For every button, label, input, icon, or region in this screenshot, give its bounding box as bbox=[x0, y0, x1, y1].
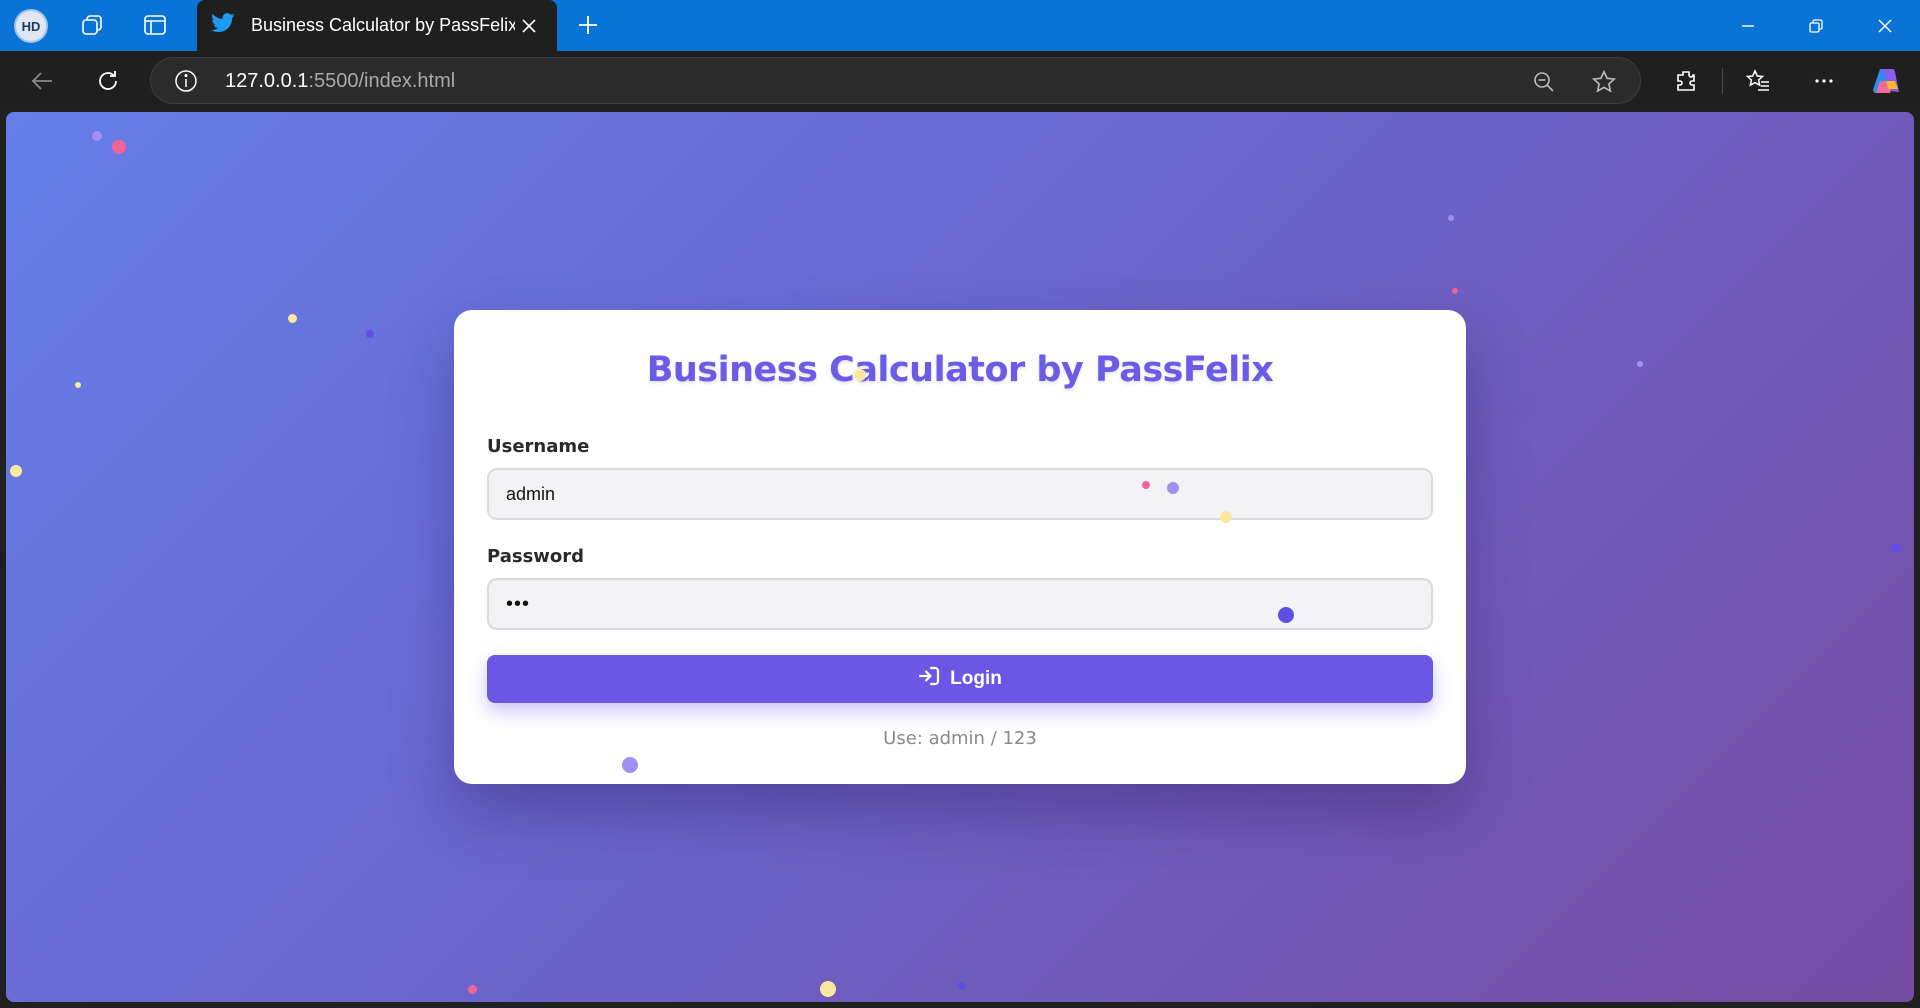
particle-dot bbox=[1142, 481, 1150, 489]
particle-dot bbox=[1452, 288, 1458, 294]
credentials-hint: Use: admin / 123 bbox=[883, 728, 1037, 749]
page-viewport: Business Calculator by PassFelix Usernam… bbox=[6, 112, 1914, 1002]
site-info-icon[interactable] bbox=[173, 68, 199, 94]
username-label: Username bbox=[487, 436, 590, 457]
particle-dot bbox=[854, 369, 866, 381]
particle-dot bbox=[468, 985, 477, 994]
particle-dot bbox=[820, 981, 836, 997]
particle-dot bbox=[1637, 361, 1643, 367]
page-title: Business Calculator by PassFelix bbox=[646, 350, 1274, 390]
username-input[interactable]: admin bbox=[487, 468, 1433, 520]
particle-dot bbox=[288, 314, 297, 323]
particle-dot bbox=[75, 382, 81, 388]
particle-dot bbox=[1448, 215, 1454, 221]
restore-icon[interactable] bbox=[1781, 0, 1851, 51]
particle-dot bbox=[622, 757, 638, 773]
login-card: Business Calculator by PassFelix Usernam… bbox=[454, 310, 1466, 784]
zoom-out-icon[interactable] bbox=[1529, 67, 1559, 97]
active-tab[interactable]: Business Calculator by PassFelix bbox=[197, 0, 557, 51]
particle-dot bbox=[958, 982, 966, 990]
close-window-icon[interactable] bbox=[1850, 0, 1920, 51]
particle-dot bbox=[1891, 543, 1901, 553]
favorite-star-icon[interactable] bbox=[1589, 67, 1619, 97]
password-label: Password bbox=[487, 546, 585, 567]
particle-dot bbox=[1167, 482, 1179, 494]
twitter-bird-icon bbox=[211, 12, 235, 39]
particle-dot bbox=[366, 330, 374, 338]
particle-dot bbox=[112, 140, 126, 154]
refresh-icon[interactable] bbox=[88, 61, 128, 101]
extensions-icon[interactable] bbox=[1666, 61, 1706, 101]
particle-dot bbox=[1278, 607, 1294, 623]
tab-actions-icon[interactable] bbox=[136, 6, 174, 44]
particle-dot bbox=[10, 465, 22, 477]
profile-avatar[interactable]: HD bbox=[14, 9, 48, 43]
toolbar-separator bbox=[1722, 68, 1723, 94]
close-tab-icon[interactable] bbox=[515, 12, 543, 40]
url-text[interactable]: 127.0.0.1:5500/index.html bbox=[225, 70, 455, 93]
login-button-label: Login bbox=[950, 668, 1002, 689]
favorites-icon[interactable] bbox=[1738, 61, 1778, 101]
browser-toolbar: 127.0.0.1:5500/index.html bbox=[0, 51, 1920, 110]
url-host: 127.0.0.1 bbox=[225, 70, 309, 92]
sign-in-icon bbox=[918, 666, 940, 692]
url-path: :5500/index.html bbox=[308, 70, 456, 92]
minimize-icon[interactable] bbox=[1713, 0, 1783, 51]
password-input[interactable]: ••• bbox=[487, 578, 1433, 630]
address-bar[interactable]: 127.0.0.1:5500/index.html bbox=[150, 57, 1641, 104]
particle-dot bbox=[1220, 511, 1232, 523]
back-arrow-icon[interactable] bbox=[22, 61, 62, 101]
copilot-icon[interactable] bbox=[1866, 61, 1906, 101]
title-bar: HD Business Calculator by PassFelix bbox=[0, 0, 1920, 51]
particle-dot bbox=[92, 131, 102, 141]
workspaces-icon[interactable] bbox=[73, 6, 111, 44]
tab-title: Business Calculator by PassFelix bbox=[251, 15, 515, 35]
new-tab-icon[interactable] bbox=[570, 7, 606, 43]
login-button[interactable]: Login bbox=[487, 655, 1433, 703]
more-options-icon[interactable] bbox=[1804, 61, 1844, 101]
